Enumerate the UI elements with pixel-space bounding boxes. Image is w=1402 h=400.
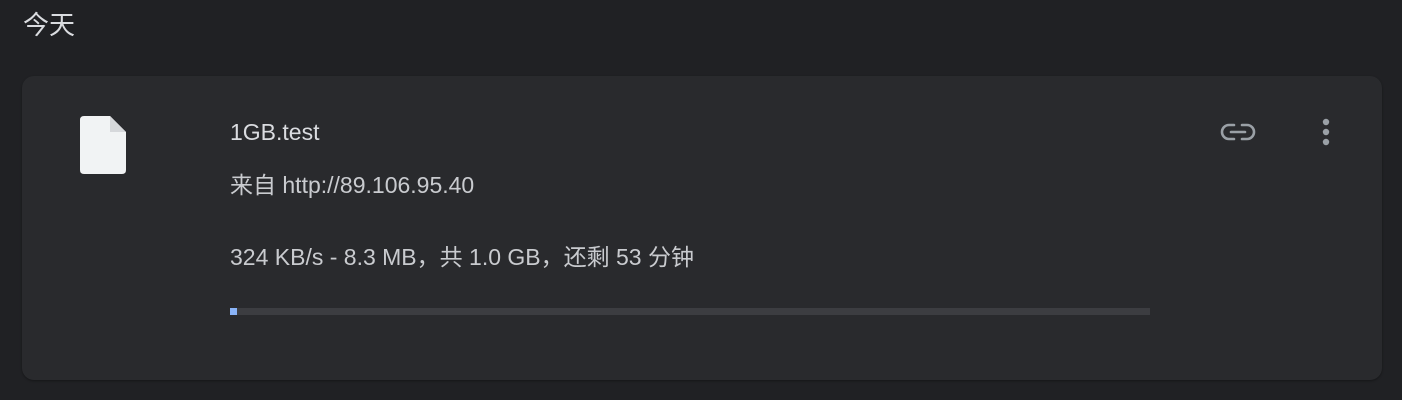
download-item-card: 1GB.test 来自 http://89.106.95.40 324 KB/s… [22,76,1382,380]
copy-link-button[interactable] [1218,114,1258,154]
download-status-text: 324 KB/s - 8.3 MB，共 1.0 GB，还剩 53 分钟 [230,244,694,270]
download-progress-fill [230,308,238,315]
more-actions-button[interactable] [1306,114,1346,154]
file-name-link[interactable]: 1GB.test [230,118,319,146]
file-icon [80,116,126,174]
download-progress-bar [230,308,1150,315]
link-icon [1220,122,1256,147]
section-title-today: 今天 [23,10,76,40]
more-vert-icon [1322,118,1330,151]
file-source-url[interactable]: 来自 http://89.106.95.40 [230,171,474,199]
